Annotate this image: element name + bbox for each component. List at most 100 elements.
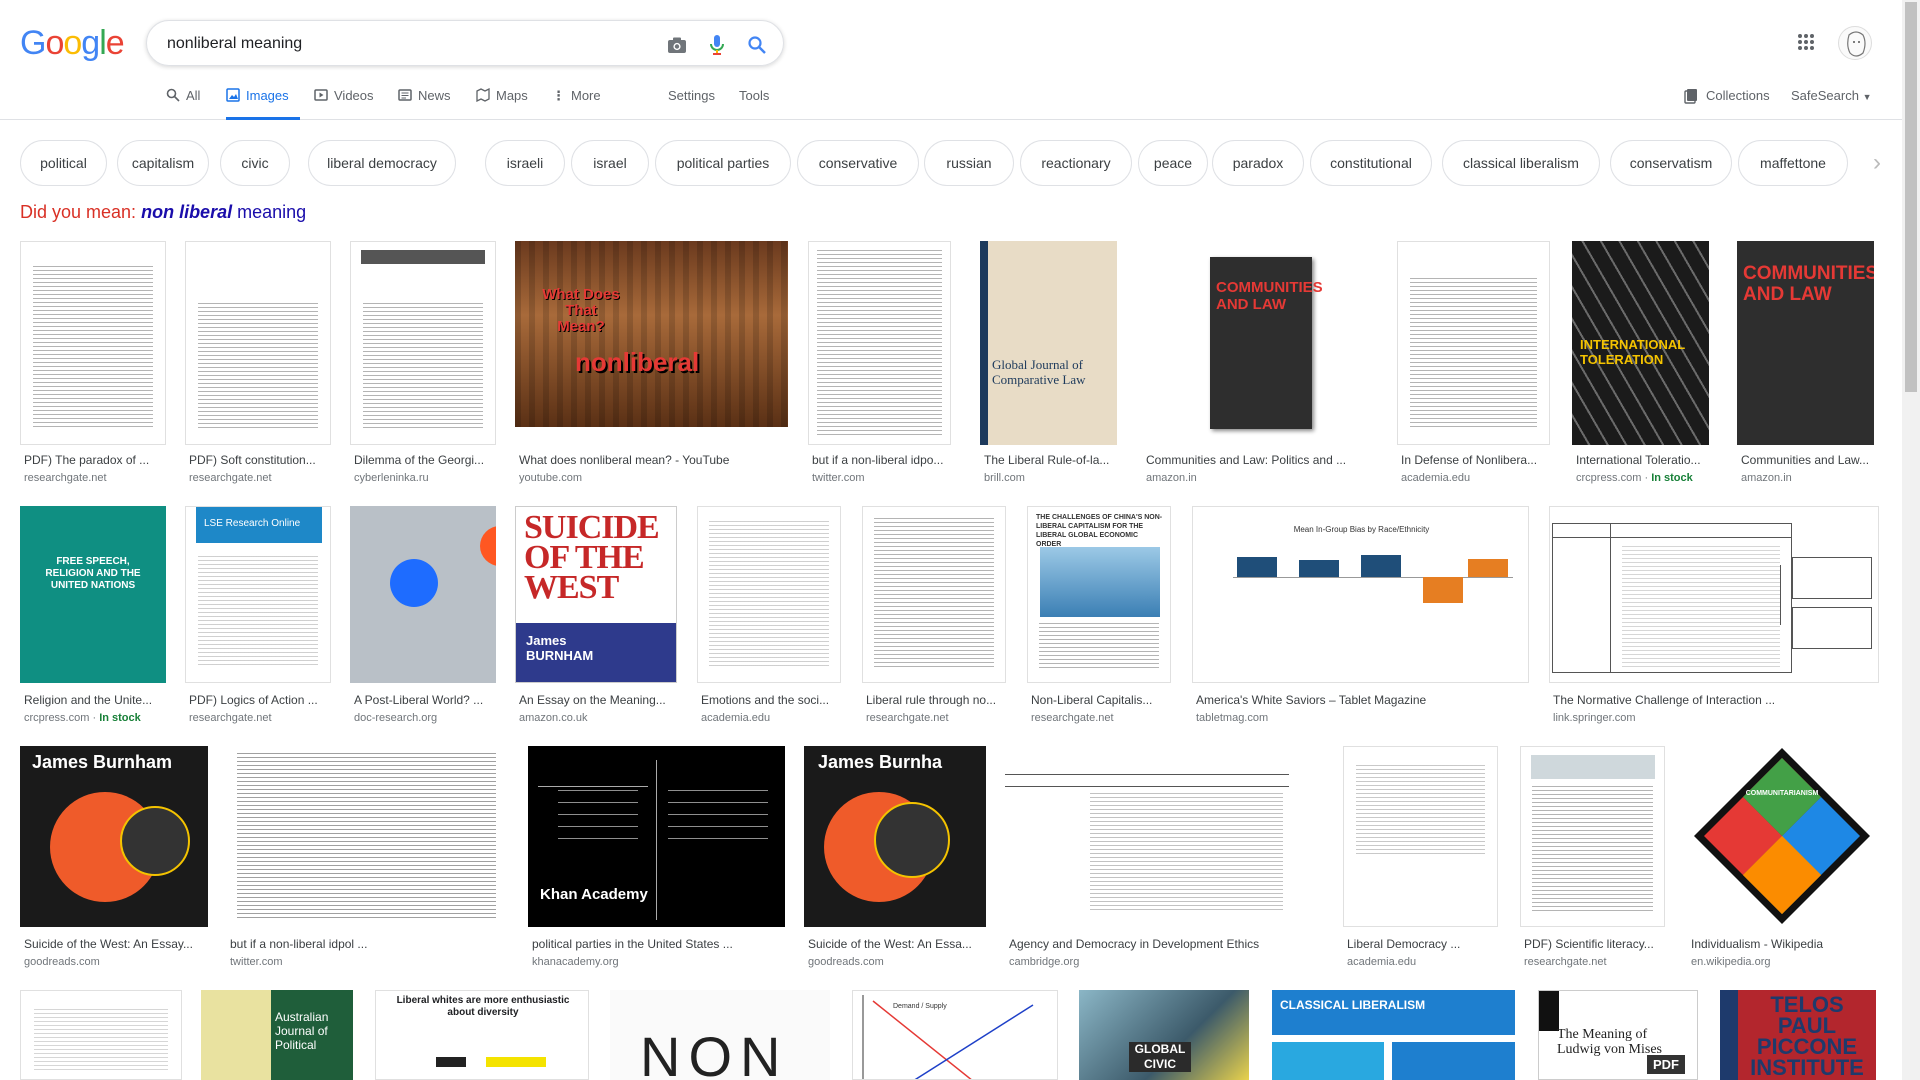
settings-link[interactable]: Settings xyxy=(668,88,715,103)
chip[interactable]: israeli xyxy=(485,140,565,186)
result-domain: en.wikipedia.org xyxy=(1691,956,1771,968)
chip[interactable]: maffettone xyxy=(1738,140,1848,186)
chip[interactable]: reactionary xyxy=(1020,140,1132,186)
logo-letter: o xyxy=(63,24,82,62)
image-result[interactable]: LSE Research Online PDF) Logics of Actio… xyxy=(185,506,331,724)
image-result[interactable]: but if a non-liberal idpol ... twitter.c… xyxy=(226,746,507,968)
chip[interactable]: constitutional xyxy=(1310,140,1432,186)
chip[interactable]: political xyxy=(20,140,107,186)
image-result[interactable]: Liberal whites are more enthusiastic abo… xyxy=(375,990,589,1080)
more-vert-icon: ⋮ xyxy=(552,88,565,103)
dropdown-arrow-icon: ▼ xyxy=(1862,92,1872,102)
chip[interactable]: peace xyxy=(1138,140,1208,186)
search-icon[interactable] xyxy=(745,33,769,57)
image-result[interactable]: The Meaning of Ludwig von Mises PDF xyxy=(1538,990,1698,1080)
logo-letter: g xyxy=(81,24,100,62)
image-result[interactable]: Mean In-Group Bias by Race/Ethnicity Ame… xyxy=(1192,506,1529,724)
image-result[interactable]: The Normative Challenge of Interaction .… xyxy=(1549,506,1879,724)
image-result[interactable]: A Post-Liberal World? ... doc-research.o… xyxy=(350,506,496,724)
image-result[interactable]: Australian Journal of Political xyxy=(201,990,353,1080)
spelling-suggestion-link[interactable]: non liberal meaning xyxy=(141,202,306,222)
thumb-cover-title: Demand / Supply xyxy=(893,1003,947,1010)
chip[interactable]: conservative xyxy=(797,140,919,186)
result-thumbnail: Mean In-Group Bias by Race/Ethnicity xyxy=(1192,506,1529,683)
result-thumbnail xyxy=(185,241,331,445)
result-title: The Liberal Rule-of-la... xyxy=(984,453,1110,467)
result-domain: researchgate.net xyxy=(24,472,107,484)
image-result[interactable]: INTERNATIONAL TOLERATION International T… xyxy=(1572,241,1709,484)
avatar[interactable] xyxy=(1838,26,1872,60)
chip[interactable]: russian xyxy=(924,140,1014,186)
image-result[interactable]: FREE SPEECH, RELIGION AND THE UNITED NAT… xyxy=(20,506,166,724)
image-result[interactable]: TELOS PAUL PICCONE INSTITUTE xyxy=(1720,990,1876,1080)
chip[interactable]: capitalism xyxy=(117,140,209,186)
tab-news[interactable]: News xyxy=(398,88,451,120)
in-stock-badge: In stock xyxy=(1651,472,1693,484)
image-result[interactable]: Emotions and the soci... academia.edu xyxy=(697,506,841,724)
safesearch-button[interactable]: SafeSearch ▼ xyxy=(1791,88,1871,103)
collections-button[interactable]: Collections xyxy=(1684,88,1770,104)
image-result[interactable]: Liberal rule through no... researchgate.… xyxy=(862,506,1006,724)
image-result[interactable]: but if a non-liberal idpo... twitter.com xyxy=(808,241,951,484)
tab-label: More xyxy=(571,88,601,103)
image-result[interactable]: James Burnham Suicide of the West: An Es… xyxy=(20,746,208,968)
camera-icon[interactable] xyxy=(665,33,689,57)
image-result[interactable]: What Does That Mean? nonliberal What doe… xyxy=(515,241,788,484)
tab-maps[interactable]: Maps xyxy=(476,88,528,120)
apps-grid-icon[interactable] xyxy=(1797,33,1815,51)
google-logo[interactable]: Google xyxy=(20,24,125,63)
tab-all[interactable]: All xyxy=(166,88,200,120)
chip[interactable]: civic xyxy=(220,140,290,186)
thumb-cover-title: LSE Research Online xyxy=(204,518,301,529)
image-result[interactable]: CLASSICAL LIBERALISM xyxy=(1272,990,1515,1080)
image-result[interactable] xyxy=(20,990,182,1080)
mic-icon[interactable] xyxy=(705,33,729,57)
result-domain: goodreads.com xyxy=(24,956,100,968)
result-title: The Normative Challenge of Interaction .… xyxy=(1553,693,1776,707)
tab-videos[interactable]: Videos xyxy=(314,88,374,120)
result-thumbnail: Demand / Supply xyxy=(852,990,1058,1080)
chevron-right-icon[interactable]: › xyxy=(1862,148,1892,178)
image-result[interactable]: NON xyxy=(610,990,830,1080)
image-result[interactable]: PDF) Soft constitution... researchgate.n… xyxy=(185,241,331,484)
chip[interactable]: classical liberalism xyxy=(1442,140,1600,186)
image-result[interactable]: Demand / Supply xyxy=(852,990,1058,1080)
image-result[interactable]: Dilemma of the Georgi... cyberleninka.ru xyxy=(350,241,496,484)
result-thumbnail: COMMUNITIES AND LAW xyxy=(1737,241,1874,445)
image-result[interactable]: Liberal Democracy ... academia.edu xyxy=(1343,746,1498,968)
result-title: Liberal Democracy ... xyxy=(1347,937,1461,951)
result-title: What does nonliberal mean? - YouTube xyxy=(519,453,730,467)
image-result[interactable]: SUICIDE OF THE WEST James BURNHAM An Ess… xyxy=(515,506,677,724)
chip[interactable]: liberal democracy xyxy=(308,140,456,186)
image-result[interactable]: GLOBAL CIVIC xyxy=(1079,990,1249,1080)
result-thumbnail xyxy=(226,746,507,927)
chip[interactable]: conservatism xyxy=(1610,140,1732,186)
tools-link[interactable]: Tools xyxy=(739,88,769,103)
result-thumbnail xyxy=(350,506,496,683)
result-thumbnail xyxy=(20,241,166,445)
result-thumbnail: What Does That Mean? nonliberal xyxy=(515,241,788,427)
search-input[interactable] xyxy=(167,33,627,55)
image-result[interactable]: Global Journal of Comparative Law The Li… xyxy=(980,241,1117,484)
image-result[interactable]: COMMUNITIES AND LAW Communities and Law:… xyxy=(1142,241,1377,484)
result-thumbnail: The Meaning of Ludwig von Mises PDF xyxy=(1538,990,1698,1080)
image-result[interactable]: THE CHALLENGES OF CHINA'S NON-LIBERAL CA… xyxy=(1027,506,1171,724)
chip[interactable]: paradox xyxy=(1212,140,1304,186)
image-result[interactable]: COMMUNITARIANISM Individualism - Wikiped… xyxy=(1687,746,1877,968)
result-title: PDF) Scientific literacy... xyxy=(1524,937,1654,951)
chip[interactable]: political parties xyxy=(655,140,791,186)
result-title: but if a non-liberal idpo... xyxy=(812,453,944,467)
image-result[interactable]: Khan Academy political parties in the Un… xyxy=(528,746,785,968)
image-result[interactable]: COMMUNITIES AND LAW Communities and Law.… xyxy=(1737,241,1874,484)
tab-more[interactable]: ⋮ More xyxy=(552,88,601,120)
chip[interactable]: israel xyxy=(571,140,649,186)
news-icon xyxy=(398,89,412,101)
scrollbar-thumb[interactable] xyxy=(1905,2,1917,392)
tab-images[interactable]: Images xyxy=(226,88,300,120)
thumb-cover-title: Liberal whites are more enthusiastic abo… xyxy=(396,995,570,1018)
image-result[interactable]: Agency and Democracy in Development Ethi… xyxy=(1005,746,1289,968)
image-result[interactable]: PDF) The paradox of ... researchgate.net xyxy=(20,241,166,484)
image-result[interactable]: James Burnha Suicide of the West: An Ess… xyxy=(804,746,986,968)
image-result[interactable]: PDF) Scientific literacy... researchgate… xyxy=(1520,746,1665,968)
image-result[interactable]: In Defense of Nonlibera... academia.edu xyxy=(1397,241,1550,484)
